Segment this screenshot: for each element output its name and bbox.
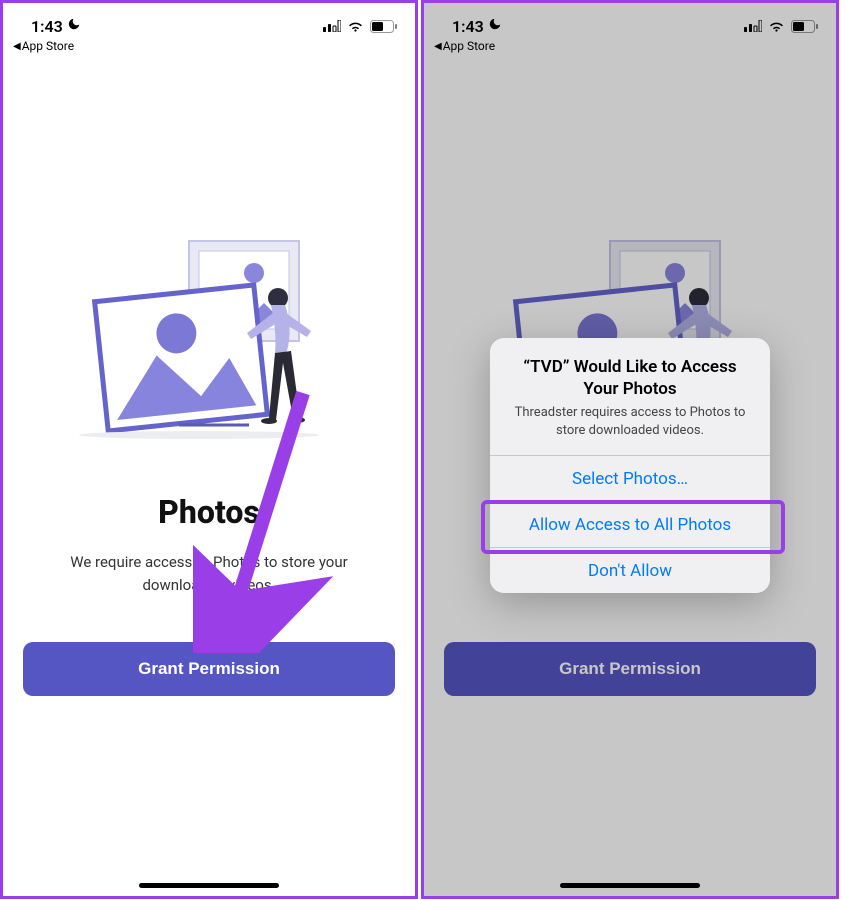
back-to-appstore[interactable]: ◀ App Store xyxy=(424,37,836,53)
home-indicator[interactable] xyxy=(139,883,279,888)
home-indicator[interactable] xyxy=(560,883,700,888)
chevron-left-icon: ◀ xyxy=(13,41,21,52)
cellular-icon xyxy=(323,20,341,32)
page-subtitle: We require access to Photos to store you… xyxy=(39,551,379,598)
dont-allow-button[interactable]: Don't Allow xyxy=(490,547,770,593)
phone-screen-right: 1:43 ◀ App Store xyxy=(421,0,839,899)
select-photos-button[interactable]: Select Photos… xyxy=(490,455,770,501)
wifi-icon xyxy=(768,20,785,32)
battery-icon xyxy=(370,20,397,33)
grant-permission-button[interactable]: Grant Permission xyxy=(23,642,395,696)
photos-illustration xyxy=(79,233,339,443)
phone-screen-left: 1:43 ◀ App Store xyxy=(0,0,418,899)
alert-message: Threadster requires access to Photos to … xyxy=(490,404,770,455)
permission-alert: “TVD” Would Like to Access Your Photos T… xyxy=(490,338,770,593)
back-to-appstore[interactable]: ◀ App Store xyxy=(3,37,415,53)
alert-title: “TVD” Would Like to Access Your Photos xyxy=(490,338,770,404)
battery-icon xyxy=(791,20,818,33)
page-title: Photos xyxy=(158,493,260,531)
dnd-moon-icon xyxy=(488,17,502,35)
status-time: 1:43 xyxy=(452,17,484,36)
status-time: 1:43 xyxy=(31,17,63,36)
grant-permission-button[interactable]: Grant Permission xyxy=(444,642,816,696)
chevron-left-icon: ◀ xyxy=(434,41,442,52)
wifi-icon xyxy=(347,20,364,32)
allow-all-photos-button[interactable]: Allow Access to All Photos xyxy=(490,501,770,547)
dnd-moon-icon xyxy=(67,17,81,35)
cellular-icon xyxy=(744,20,762,32)
status-bar: 1:43 xyxy=(3,15,415,37)
status-bar: 1:43 xyxy=(424,15,836,37)
